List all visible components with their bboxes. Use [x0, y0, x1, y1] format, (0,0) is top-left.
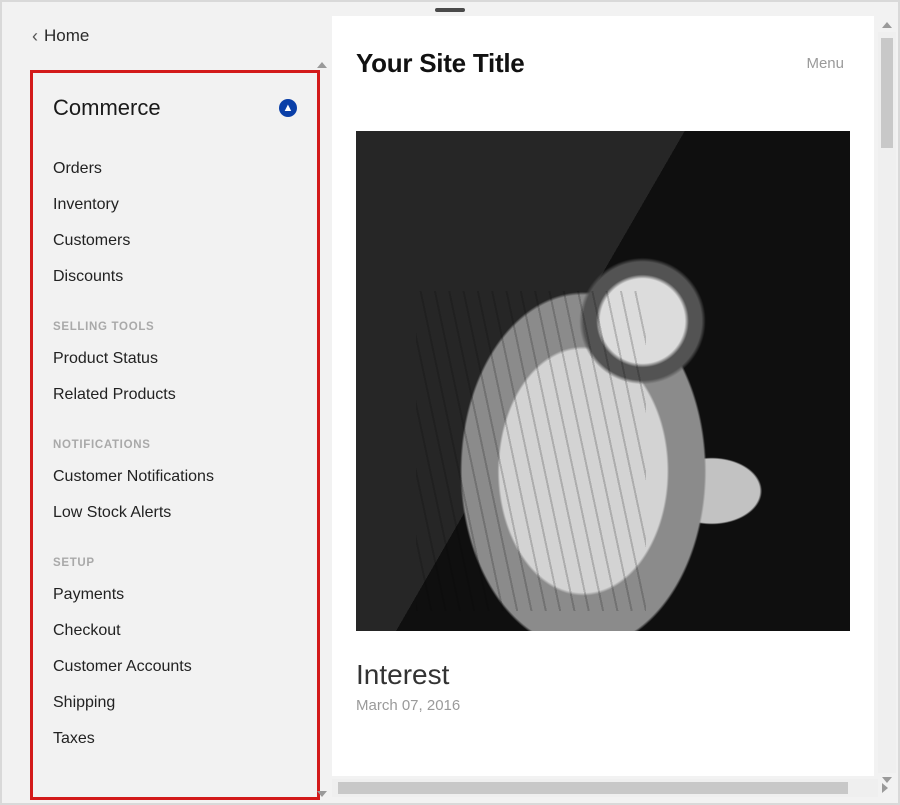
chevron-left-icon: ‹ [32, 26, 38, 47]
sidebar-item-discounts[interactable]: Discounts [53, 259, 297, 295]
section-label-notifications: NOTIFICATIONS [53, 439, 297, 451]
site-header: Your Site Title Menu [332, 48, 874, 101]
preview-vertical-scrollbar[interactable] [878, 32, 896, 773]
scroll-down-icon[interactable] [317, 791, 327, 797]
sidebar-item-customer-accounts[interactable]: Customer Accounts [53, 649, 297, 685]
post-featured-image[interactable] [356, 131, 850, 631]
panel-header: Commerce ▲ [53, 95, 297, 121]
back-label: Home [44, 26, 89, 46]
sidebar-item-product-status[interactable]: Product Status [53, 341, 297, 377]
sidebar-item-low-stock-alerts[interactable]: Low Stock Alerts [53, 495, 297, 531]
scroll-thumb[interactable] [338, 782, 848, 794]
scroll-up-icon[interactable] [882, 22, 892, 28]
sidebar-item-inventory[interactable]: Inventory [53, 187, 297, 223]
site-canvas: Your Site Title Menu Interest March 07, … [332, 16, 874, 776]
commerce-panel-highlight: Commerce ▲ Orders Inventory Customers Di… [30, 70, 320, 800]
post-title[interactable]: Interest [356, 659, 850, 691]
expand-badge-icon[interactable]: ▲ [279, 99, 297, 117]
scroll-up-icon[interactable] [317, 62, 327, 68]
sidebar-item-taxes[interactable]: Taxes [53, 721, 297, 757]
post-date: March 07, 2016 [356, 697, 850, 714]
sidebar-item-customer-notifications[interactable]: Customer Notifications [53, 459, 297, 495]
site-title[interactable]: Your Site Title [356, 48, 525, 79]
sidebar: ‹ Home Commerce ▲ Orders Inventory Custo… [2, 2, 330, 803]
section-label-setup: SETUP [53, 557, 297, 569]
sidebar-item-customers[interactable]: Customers [53, 223, 297, 259]
sidebar-item-shipping[interactable]: Shipping [53, 685, 297, 721]
preview-scroll-area: Your Site Title Menu Interest March 07, … [330, 16, 898, 803]
preview-horizontal-scrollbar[interactable] [332, 779, 878, 797]
sidebar-item-payments[interactable]: Payments [53, 577, 297, 613]
menu-link[interactable]: Menu [806, 55, 844, 72]
back-home-link[interactable]: ‹ Home [2, 20, 330, 52]
sidebar-scrollbar[interactable] [315, 62, 329, 797]
site-preview-pane: Your Site Title Menu Interest March 07, … [330, 2, 898, 803]
sidebar-item-orders[interactable]: Orders [53, 151, 297, 187]
scroll-thumb[interactable] [881, 38, 893, 148]
section-label-selling-tools: SELLING TOOLS [53, 321, 297, 333]
panel-title: Commerce [53, 95, 161, 121]
sidebar-item-checkout[interactable]: Checkout [53, 613, 297, 649]
app-shell: ‹ Home Commerce ▲ Orders Inventory Custo… [2, 2, 898, 803]
commerce-panel: Commerce ▲ Orders Inventory Customers Di… [33, 73, 317, 757]
scroll-right-icon[interactable] [882, 783, 888, 793]
sidebar-item-related-products[interactable]: Related Products [53, 377, 297, 413]
